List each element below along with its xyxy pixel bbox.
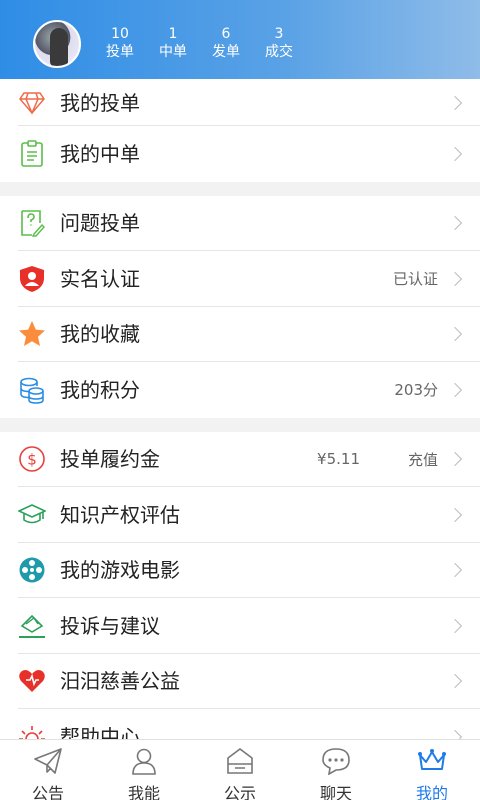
menu-item-label: 投单履约金 xyxy=(60,447,160,472)
tab-chat[interactable]: 聊天 xyxy=(288,740,384,800)
chevron-right-icon xyxy=(447,618,463,633)
bottom-tab-bar: 公告 我能 公示 聊天 我的 xyxy=(0,739,480,800)
crown-icon xyxy=(417,747,447,775)
tab-abilities[interactable]: 我能 xyxy=(96,740,192,800)
section-gap xyxy=(0,417,480,432)
stat-value: 6 xyxy=(221,26,231,42)
menu-item-games-movies[interactable]: 我的游戏电影 xyxy=(0,543,480,598)
menu-item-label: 知识产权评估 xyxy=(60,502,180,527)
paper-plane-icon xyxy=(33,747,63,775)
profile-header: 10 投单 1 中单 6 发单 3 成交 xyxy=(0,0,480,79)
section-gap xyxy=(0,181,480,196)
menu-item-my-won[interactable]: 我的中单 xyxy=(0,126,480,182)
heart-icon xyxy=(18,667,46,695)
chat-bubble-icon xyxy=(321,747,351,776)
chevron-right-icon xyxy=(447,452,463,467)
film-reel-icon xyxy=(18,556,46,584)
menu-item-deposit[interactable]: $ 投单履约金 ¥5.11 充值 xyxy=(0,432,480,487)
menu-item-label: 帮助中心 xyxy=(60,724,140,739)
dollar-icon: $ xyxy=(18,445,46,473)
menu-item-points[interactable]: 我的积分 203分 xyxy=(0,362,480,418)
menu-item-label: 我的中单 xyxy=(60,141,140,166)
tab-label: 聊天 xyxy=(319,784,352,800)
menu-item-ip-assessment[interactable]: 知识产权评估 xyxy=(0,487,480,543)
stat-value: 3 xyxy=(274,26,284,42)
menu-item-help-center[interactable]: 帮助中心 xyxy=(0,709,480,739)
chevron-right-icon xyxy=(447,271,463,286)
tab-announcements[interactable]: 公告 xyxy=(0,740,96,800)
envelope-icon xyxy=(18,612,46,640)
stat-value: 10 xyxy=(111,26,129,42)
stat-label: 中单 xyxy=(159,44,187,60)
tab-label: 我的 xyxy=(415,784,448,800)
avatar[interactable] xyxy=(33,20,81,68)
menu-group: 我的投单 我的中单 xyxy=(0,79,480,182)
tab-label: 公示 xyxy=(223,784,256,800)
menu-item-favorites[interactable]: 我的收藏 xyxy=(0,307,480,362)
stat-value: 1 xyxy=(168,26,178,42)
chevron-right-icon xyxy=(447,563,463,578)
stat-label: 发单 xyxy=(212,44,240,60)
stat-deals[interactable]: 3 成交 xyxy=(254,26,304,61)
menu-item-label: 我的游戏电影 xyxy=(60,558,180,583)
profile-screen: 10 投单 1 中单 6 发单 3 成交 我的投单 我的中单 问题投单 实名认证… xyxy=(0,0,480,800)
recharge-button[interactable]: 充值 xyxy=(408,449,438,470)
chevron-right-icon xyxy=(447,382,463,397)
chevron-right-icon xyxy=(447,507,463,522)
menu-item-label: 问题投单 xyxy=(60,211,140,236)
stat-bids[interactable]: 10 投单 xyxy=(95,26,145,61)
tab-public[interactable]: 公示 xyxy=(192,740,288,800)
person-icon xyxy=(129,747,159,775)
shield-user-icon xyxy=(18,265,46,293)
chevron-right-icon xyxy=(447,674,463,689)
svg-text:$: $ xyxy=(27,451,37,469)
menu-item-label: 我的收藏 xyxy=(60,322,140,347)
menu-item-real-name[interactable]: 实名认证 已认证 xyxy=(0,251,480,307)
tab-label: 我能 xyxy=(127,784,160,800)
avatar-figure xyxy=(50,28,68,66)
menu-group: 问题投单 实名认证 已认证 我的收藏 我的积分 203分 xyxy=(0,195,480,418)
coins-icon xyxy=(18,376,46,404)
chevron-right-icon xyxy=(447,146,463,161)
tab-mine[interactable]: 我的 xyxy=(384,740,480,800)
menu-item-label: 我的积分 xyxy=(60,377,140,402)
chevron-right-icon xyxy=(447,95,463,110)
house-icon xyxy=(225,747,255,775)
star-icon xyxy=(18,320,46,348)
menu-item-label: 实名认证 xyxy=(60,266,140,291)
question-doc-icon xyxy=(18,209,46,237)
stat-label: 成交 xyxy=(265,44,293,60)
stat-label: 投单 xyxy=(106,44,134,60)
verified-status: 已认证 xyxy=(392,270,438,289)
menu-item-charity[interactable]: 汨汨慈善公益 xyxy=(0,654,480,709)
menu-group: $ 投单履约金 ¥5.11 充值 知识产权评估 我的游戏电影 投诉与建议 汨汨慈… xyxy=(0,431,480,739)
menu-list[interactable]: 我的投单 我的中单 问题投单 实名认证 已认证 我的收藏 我的积分 203分 $… xyxy=(0,79,480,739)
clipboard-icon xyxy=(18,139,46,168)
stat-won[interactable]: 1 中单 xyxy=(148,26,198,61)
menu-item-feedback[interactable]: 投诉与建议 xyxy=(0,598,480,654)
menu-item-label: 我的投单 xyxy=(60,90,140,115)
deposit-amount: ¥5.11 xyxy=(317,450,360,469)
tab-label: 公告 xyxy=(31,784,64,800)
diamond-icon xyxy=(18,89,46,117)
stat-posted[interactable]: 6 发单 xyxy=(201,26,251,61)
chevron-right-icon xyxy=(447,216,463,231)
menu-item-problem-bids[interactable]: 问题投单 xyxy=(0,196,480,251)
chevron-right-icon xyxy=(447,327,463,342)
menu-item-my-bids[interactable]: 我的投单 xyxy=(0,79,480,126)
menu-item-label: 投诉与建议 xyxy=(60,613,160,638)
sun-icon xyxy=(18,723,46,739)
points-value: 203分 xyxy=(394,381,438,400)
graduation-cap-icon xyxy=(18,501,46,529)
menu-item-label: 汨汨慈善公益 xyxy=(60,669,180,694)
chevron-right-icon xyxy=(447,729,463,739)
